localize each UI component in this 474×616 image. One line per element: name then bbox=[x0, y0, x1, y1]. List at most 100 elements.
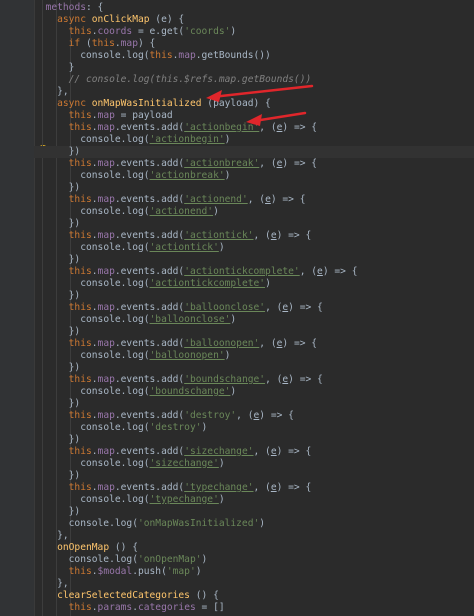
code-line[interactable]: this.map.events.add('typechange', (e) =>… bbox=[34, 482, 474, 494]
code-line[interactable]: console.log('typechange') bbox=[34, 494, 474, 506]
code-line[interactable]: console.log('boundschange') bbox=[34, 386, 474, 398]
code-token: 'onMapWasInitialized' bbox=[137, 518, 260, 529]
code-token: onMapWasInitialized bbox=[91, 98, 202, 109]
code-line[interactable]: console.log('actionbreak') bbox=[34, 170, 474, 182]
code-token: = e.get( bbox=[132, 26, 185, 37]
code-token: }) bbox=[68, 146, 81, 157]
code-line[interactable]: this.map.events.add('boundschange', (e) … bbox=[34, 374, 474, 386]
code-line[interactable]: this.map.events.add('actiontick', (e) =>… bbox=[34, 230, 474, 242]
code-line[interactable]: }) bbox=[34, 470, 474, 482]
code-line[interactable]: }) bbox=[34, 362, 474, 374]
code-token: 'actionend' bbox=[149, 206, 214, 217]
code-token: .events.add( bbox=[114, 158, 185, 169]
code-line[interactable]: this.$modal.push('map') bbox=[34, 566, 474, 578]
code-line[interactable]: }) bbox=[34, 434, 474, 446]
code-line[interactable]: this.map.events.add('balloonopen', (e) =… bbox=[34, 338, 474, 350]
code-line[interactable]: console.log('actionend') bbox=[34, 206, 474, 218]
code-line[interactable]: methods: { bbox=[34, 2, 474, 14]
code-line[interactable]: if (this.map) { bbox=[34, 38, 474, 50]
code-token: ) => { bbox=[288, 374, 323, 385]
code-token: map bbox=[97, 410, 115, 421]
code-token: this bbox=[68, 602, 92, 613]
code-line[interactable]: }, bbox=[34, 86, 474, 98]
code-token: map bbox=[97, 158, 115, 169]
code-line[interactable]: }) bbox=[34, 290, 474, 302]
code-line[interactable]: this.coords = e.get('coords') bbox=[34, 26, 474, 38]
code-token: ) bbox=[224, 350, 231, 361]
code-line[interactable]: }, bbox=[34, 530, 474, 542]
code-token: map bbox=[97, 446, 115, 457]
code-token: coords bbox=[97, 26, 133, 37]
code-line[interactable]: this.map.events.add('balloonclose', (e) … bbox=[34, 302, 474, 314]
code-token: 'destroy' bbox=[184, 410, 237, 421]
code-line[interactable]: this.map.events.add('actionbegin', (e) =… bbox=[34, 122, 474, 134]
code-token: , ( bbox=[299, 266, 318, 277]
code-line[interactable]: console.log('onOpenMap') bbox=[34, 554, 474, 566]
code-token: map bbox=[97, 302, 115, 313]
code-line[interactable]: console.log('actiontick') bbox=[34, 242, 474, 254]
code-token: console.log( bbox=[80, 386, 150, 397]
code-line[interactable]: console.log('sizechange') bbox=[34, 458, 474, 470]
code-token: console.log( bbox=[80, 206, 150, 217]
code-token: console.log( bbox=[68, 518, 138, 529]
code-line[interactable]: this.map.events.add('sizechange', (e) =>… bbox=[34, 446, 474, 458]
code-token: $modal bbox=[97, 566, 133, 577]
code-line[interactable]: // console.log(this.$refs.map.getBounds(… bbox=[34, 74, 474, 86]
code-token: }) bbox=[68, 362, 81, 373]
code-token: console.log( bbox=[80, 422, 150, 433]
code-line[interactable]: }) bbox=[34, 146, 474, 158]
code-line[interactable]: async onMapWasInitialized (payload) { bbox=[34, 98, 474, 110]
code-token: 'typechange' bbox=[149, 494, 219, 505]
code-token: if bbox=[68, 38, 86, 49]
code-line[interactable]: console.log('balloonopen') bbox=[34, 350, 474, 362]
code-token: .events.add( bbox=[114, 338, 185, 349]
code-line[interactable]: console.log('balloonclose') bbox=[34, 314, 474, 326]
code-token: ) => { bbox=[276, 482, 312, 493]
code-line[interactable]: clearSelectedCategories () { bbox=[34, 590, 474, 602]
code-token: }) bbox=[68, 290, 81, 301]
code-line[interactable]: console.log(this.map.getBounds()) bbox=[34, 50, 474, 62]
code-token: this bbox=[68, 110, 92, 121]
code-token: }, bbox=[57, 578, 69, 589]
code-line[interactable]: this.params.categories = [] bbox=[34, 602, 474, 614]
code-token: console.log( bbox=[80, 494, 150, 505]
code-line[interactable]: } bbox=[34, 62, 474, 74]
code-editor[interactable]: methods: { async onClickMap (e) { this.c… bbox=[34, 0, 474, 616]
code-token: this bbox=[68, 482, 92, 493]
code-line[interactable]: }) bbox=[34, 398, 474, 410]
code-line[interactable]: console.log('destroy') bbox=[34, 422, 474, 434]
code-line[interactable]: }) bbox=[34, 182, 474, 194]
code-line[interactable]: console.log('actionbegin') bbox=[34, 134, 474, 146]
code-line[interactable]: console.log('actiontickcomplete') bbox=[34, 278, 474, 290]
code-line[interactable]: }) bbox=[34, 254, 474, 266]
code-token: onClickMap bbox=[91, 14, 150, 25]
code-line[interactable]: }) bbox=[34, 506, 474, 518]
code-line[interactable]: this.map.events.add('destroy', (e) => { bbox=[34, 410, 474, 422]
code-line[interactable]: this.map = payload bbox=[34, 110, 474, 122]
code-line[interactable]: }, bbox=[34, 578, 474, 590]
code-line[interactable]: this.map.events.add('actionbreak', (e) =… bbox=[34, 158, 474, 170]
code-token: 'sizechange' bbox=[184, 446, 254, 457]
code-line[interactable]: onOpenMap () { bbox=[34, 542, 474, 554]
code-token: }, bbox=[57, 530, 69, 541]
code-line[interactable]: this.map.events.add('actionend', (e) => … bbox=[34, 194, 474, 206]
code-line[interactable]: this.map.events.add('actiontickcomplete'… bbox=[34, 266, 474, 278]
code-line[interactable]: console.log('onMapWasInitialized') bbox=[34, 518, 474, 530]
code-line[interactable]: async onClickMap (e) { bbox=[34, 14, 474, 26]
code-line[interactable]: }) bbox=[34, 326, 474, 338]
code-line[interactable]: }) bbox=[34, 218, 474, 230]
